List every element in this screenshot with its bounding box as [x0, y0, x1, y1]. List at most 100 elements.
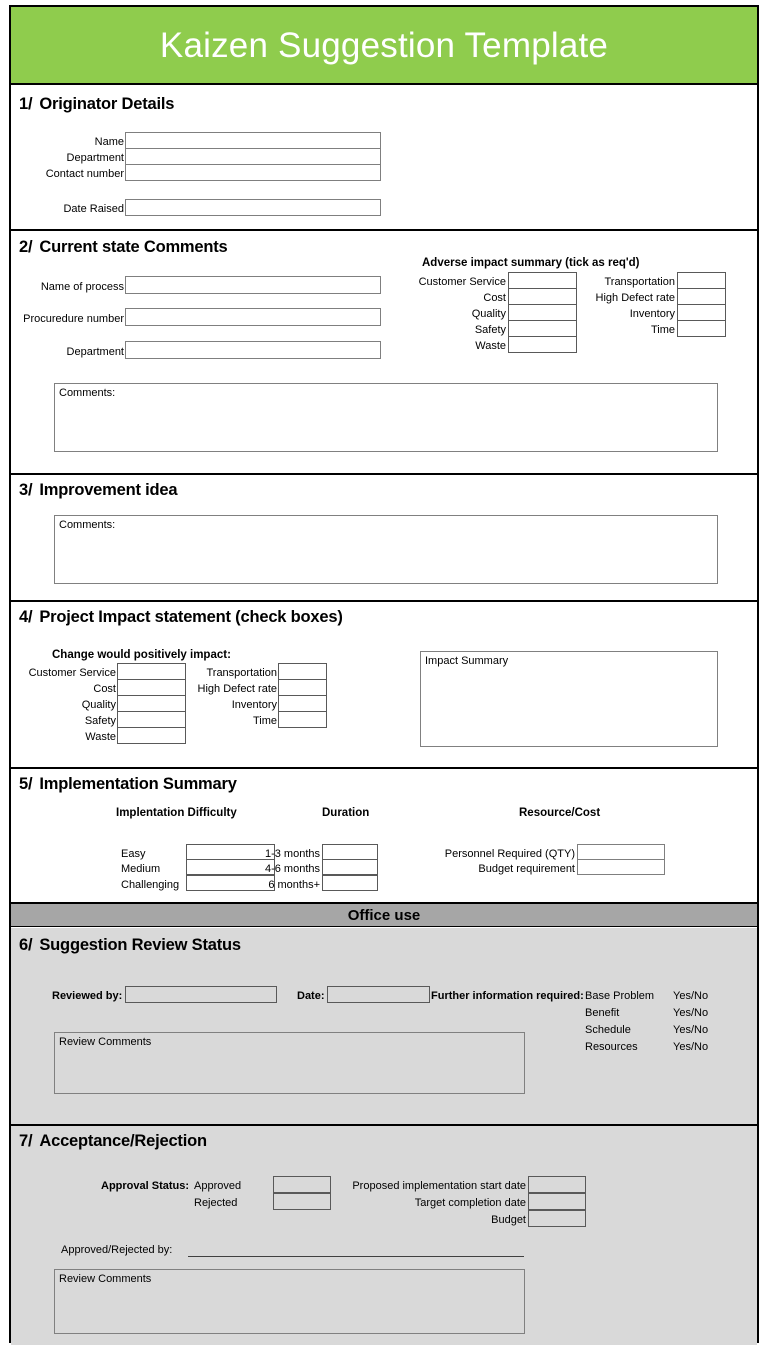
- document-title-banner: Kaizen Suggestion Template: [11, 7, 757, 83]
- implementation-difficulty-header: Implentation Difficulty: [116, 807, 237, 819]
- review-comments-textarea[interactable]: [54, 1032, 525, 1094]
- positive-waste-checkbox[interactable]: [117, 727, 186, 744]
- section1-number: 1/: [19, 95, 33, 113]
- section2-heading: 2/Current state Comments: [19, 238, 228, 257]
- positive-high-defect-rate-checkbox[interactable]: [278, 679, 327, 696]
- further-info-resources-answer[interactable]: Yes/No: [673, 1041, 708, 1054]
- proposed-start-date-input[interactable]: [528, 1176, 586, 1193]
- approved-rejected-by-label: Approved/Rejected by:: [61, 1244, 173, 1256]
- positive-waste-label: Waste: [85, 731, 116, 743]
- section7-title: Acceptance/Rejection: [39, 1132, 207, 1150]
- further-info-benefit-answer[interactable]: Yes/No: [673, 1007, 708, 1020]
- section6-heading: 6/Suggestion Review Status: [19, 936, 241, 955]
- section5-number: 5/: [19, 775, 33, 793]
- approved-rejected-by-signature-line[interactable]: [188, 1256, 524, 1257]
- impact-summary-textarea[interactable]: [420, 651, 718, 747]
- positive-transportation-checkbox[interactable]: [278, 663, 327, 680]
- approval-approved-label: Approved: [194, 1180, 242, 1192]
- section2-number: 2/: [19, 238, 33, 256]
- impact-waste-label: Waste: [475, 340, 506, 352]
- contact-number-input[interactable]: [125, 164, 381, 181]
- section7-heading: 7/Acceptance/Rejection: [19, 1132, 207, 1151]
- difficulty-medium-label: Medium: [121, 863, 161, 875]
- duration-1-3-months-checkbox[interactable]: [322, 844, 378, 860]
- department-input[interactable]: [125, 148, 381, 165]
- duration-6-months-plus-label: 6 months+: [268, 879, 320, 891]
- impact-cost-label: Cost: [483, 292, 506, 304]
- impact-waste-checkbox[interactable]: [508, 336, 577, 353]
- impact-time-checkbox[interactable]: [677, 320, 726, 337]
- section3-number: 3/: [19, 481, 33, 499]
- document-title: Kaizen Suggestion Template: [159, 25, 609, 65]
- duration-4-6-months-checkbox[interactable]: [322, 859, 378, 875]
- target-completion-date-input[interactable]: [528, 1193, 586, 1210]
- approval-status-label: Approval Status:: [101, 1180, 190, 1192]
- section6-title: Suggestion Review Status: [39, 936, 241, 954]
- further-info-benefit-label: Benefit: [585, 1007, 620, 1019]
- current-state-comments-textarea[interactable]: [54, 383, 718, 452]
- name-of-process-input[interactable]: [125, 276, 381, 294]
- impact-quality-label: Quality: [471, 308, 506, 320]
- section-implementation-summary: 5/Implementation Summary Implentation Di…: [11, 767, 757, 902]
- impact-quality-checkbox[interactable]: [508, 304, 577, 321]
- section1-title: Originator Details: [39, 95, 175, 113]
- positive-safety-label: Safety: [84, 715, 116, 727]
- name-input[interactable]: [125, 132, 381, 149]
- section5-heading: 5/Implementation Summary: [19, 775, 237, 794]
- further-info-base-problem-answer[interactable]: Yes/No: [673, 990, 708, 1003]
- impact-safety-checkbox[interactable]: [508, 320, 577, 337]
- further-info-schedule-label: Schedule: [585, 1024, 631, 1036]
- procedure-number-input[interactable]: [125, 308, 381, 326]
- reviewed-by-input[interactable]: [125, 986, 277, 1003]
- improvement-idea-textarea[interactable]: [54, 515, 718, 584]
- section4-title: Project Impact statement (check boxes): [39, 608, 343, 626]
- section-improvement-idea: 3/Improvement idea: [11, 473, 757, 600]
- impact-customer-service-checkbox[interactable]: [508, 272, 577, 289]
- positive-quality-label: Quality: [81, 699, 116, 711]
- kaizen-suggestion-template-page: Kaizen Suggestion Template 1/Originator …: [0, 0, 768, 1349]
- positive-customer-service-label: Customer Service: [28, 667, 116, 679]
- section-originator-details: 1/Originator Details Name Department Con…: [11, 83, 757, 229]
- review-date-label: Date:: [297, 990, 325, 1002]
- approval-rejected-checkbox[interactable]: [273, 1193, 331, 1210]
- positive-time-label: Time: [252, 715, 277, 727]
- personnel-required-input[interactable]: [577, 844, 665, 860]
- reviewed-by-label: Reviewed by:: [52, 990, 123, 1002]
- budget-requirement-input[interactable]: [577, 859, 665, 875]
- section5-title: Implementation Summary: [39, 775, 237, 793]
- budget-input[interactable]: [528, 1210, 586, 1227]
- section-project-impact-statement: 4/Project Impact statement (check boxes)…: [11, 600, 757, 767]
- section-current-state-comments: 2/Current state Comments Name of process…: [11, 229, 757, 473]
- impact-customer-service-label: Customer Service: [418, 276, 506, 288]
- impact-safety-label: Safety: [474, 324, 506, 336]
- department-input[interactable]: [125, 341, 381, 359]
- impact-inventory-checkbox[interactable]: [677, 304, 726, 321]
- impact-transportation-checkbox[interactable]: [677, 272, 726, 289]
- positive-cost-label: Cost: [93, 683, 116, 695]
- section2-title: Current state Comments: [39, 238, 228, 256]
- target-completion-date-label: Target completion date: [414, 1197, 526, 1209]
- duration-6-months-plus-checkbox[interactable]: [322, 875, 378, 891]
- review-date-input[interactable]: [327, 986, 430, 1003]
- form-sheet: Kaizen Suggestion Template 1/Originator …: [9, 5, 759, 1345]
- resource-cost-header: Resource/Cost: [519, 807, 601, 819]
- date-raised-input[interactable]: [125, 199, 381, 216]
- section7-number: 7/: [19, 1132, 33, 1150]
- acceptance-review-comments-textarea[interactable]: [54, 1269, 525, 1334]
- impact-cost-checkbox[interactable]: [508, 288, 577, 305]
- approval-approved-checkbox[interactable]: [273, 1176, 331, 1193]
- impact-time-label: Time: [650, 324, 675, 336]
- further-info-schedule-answer[interactable]: Yes/No: [673, 1024, 708, 1037]
- positive-impact-title: Change would positively impact:: [52, 649, 231, 661]
- section4-heading: 4/Project Impact statement (check boxes): [19, 608, 343, 627]
- department-label: Department: [66, 346, 124, 358]
- difficulty-challenging-label: Challenging: [121, 879, 180, 891]
- name-label: Name: [94, 136, 124, 148]
- positive-inventory-checkbox[interactable]: [278, 695, 327, 712]
- positive-time-checkbox[interactable]: [278, 711, 327, 728]
- adverse-impact-summary-title: Adverse impact summary (tick as req'd): [422, 257, 640, 269]
- duration-4-6-months-label: 4-6 months: [264, 863, 320, 875]
- impact-high-defect-rate-checkbox[interactable]: [677, 288, 726, 305]
- section1-heading: 1/Originator Details: [19, 95, 174, 114]
- impact-inventory-label: Inventory: [629, 308, 675, 320]
